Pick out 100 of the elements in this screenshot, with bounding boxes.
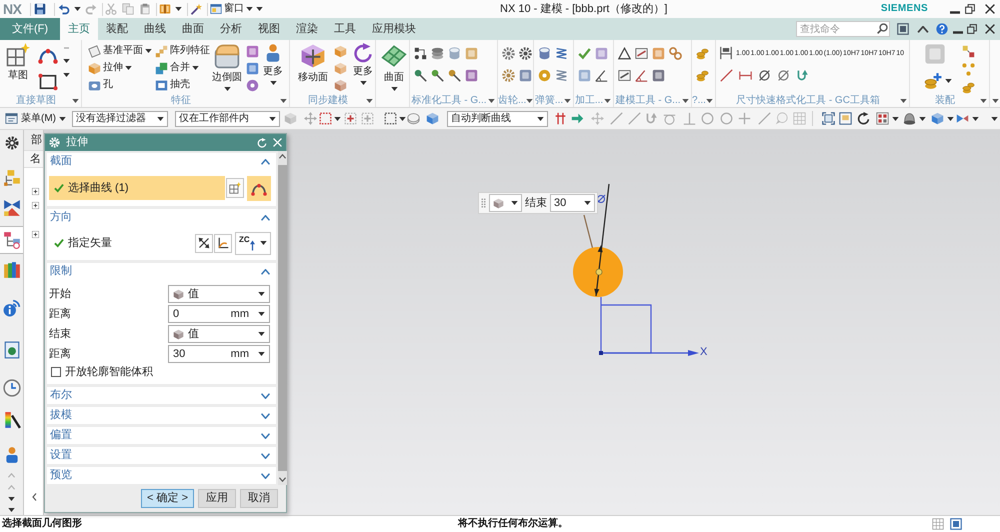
caret-icon[interactable]: [399, 116, 406, 120]
gear-wheel-icon[interactable]: [502, 69, 515, 82]
distance-field[interactable]: 0 mm: [168, 305, 270, 323]
option-checkbox[interactable]: 开放轮廓智能体积: [49, 364, 270, 380]
caret-icon[interactable]: [74, 7, 81, 11]
tile-icon[interactable]: [465, 47, 478, 60]
value-dropdown[interactable]: 值: [168, 285, 270, 303]
coins-icon[interactable]: [696, 69, 709, 82]
pin-icon[interactable]: [448, 69, 461, 82]
vector-dropdown[interactable]: ZC: [235, 232, 271, 254]
angle-icon[interactable]: [635, 69, 648, 82]
expand-icon[interactable]: [32, 202, 39, 209]
diameter-icon[interactable]: [758, 69, 771, 82]
coins-icon[interactable]: [962, 81, 975, 94]
caret-icon[interactable]: [564, 98, 571, 102]
distance-field[interactable]: 30 mm: [168, 345, 270, 363]
handle-dot[interactable]: [596, 268, 602, 276]
window-menu[interactable]: 窗口: [210, 1, 253, 17]
curve-button[interactable]: [247, 176, 271, 200]
tile-icon[interactable]: [595, 47, 608, 60]
ribbon-tab[interactable]: 曲面: [174, 18, 212, 40]
help-icon[interactable]: [936, 23, 948, 35]
rotate-icon[interactable]: [857, 112, 870, 125]
scroll-left-icon[interactable]: [32, 493, 37, 501]
ribbon-tab[interactable]: 视图: [250, 18, 288, 40]
snap-icon[interactable]: [344, 112, 357, 125]
caret-icon[interactable]: [972, 116, 979, 120]
unite-button[interactable]: 合并: [155, 60, 210, 76]
ok-button[interactable]: < 确定 >: [141, 489, 194, 508]
caret-icon[interactable]: [682, 98, 689, 102]
selection-scope-dropdown[interactable]: 仅在工作部件内: [175, 110, 280, 126]
rectangle-icon[interactable]: [38, 72, 58, 92]
settings-icon[interactable]: [4, 136, 18, 150]
line-icon[interactable]: [720, 69, 733, 82]
frame-icon[interactable]: [618, 69, 631, 82]
chevron-up-icon[interactable]: [279, 154, 286, 159]
value-dropdown[interactable]: 值: [168, 325, 270, 343]
selection-box-icon[interactable]: [319, 112, 332, 125]
tile-icon[interactable]: [465, 69, 478, 82]
curve-rule-dropdown[interactable]: 自动判断曲线: [447, 110, 548, 126]
caret-icon[interactable]: [604, 98, 611, 102]
layers-icon[interactable]: [876, 112, 889, 125]
caret-icon[interactable]: [706, 98, 713, 102]
cube-icon[interactable]: [931, 112, 944, 125]
selection-box-icon[interactable]: [384, 112, 397, 125]
caret-icon[interactable]: [280, 98, 287, 102]
ribbon-tab[interactable]: 应用模块: [364, 18, 424, 40]
panel-icon[interactable]: [950, 518, 962, 530]
section-header[interactable]: 限制: [47, 263, 276, 280]
restore-icon[interactable]: [965, 4, 975, 14]
command-search-field[interactable]: 查找命令: [796, 21, 890, 37]
wand-icon[interactable]: [190, 3, 202, 15]
cube-icon[interactable]: [334, 79, 347, 92]
reverse-direction-button[interactable]: [195, 234, 213, 252]
caret-icon[interactable]: [919, 116, 926, 120]
ribbon-tab[interactable]: 主页: [60, 18, 98, 40]
ribbon-tab[interactable]: 工具: [326, 18, 364, 40]
apply-button[interactable]: 应用: [198, 489, 236, 508]
sketch-button[interactable]: 草图: [4, 43, 32, 82]
hole-button[interactable]: 孔: [88, 77, 152, 93]
explode-icon[interactable]: [962, 45, 975, 58]
expand-icon[interactable]: [32, 188, 39, 195]
tile-icon[interactable]: [246, 62, 259, 75]
edge-blend-button[interactable]: 边倒圆: [210, 43, 244, 91]
ribbon-tab[interactable]: 分析: [212, 18, 250, 40]
more-button[interactable]: 更多: [261, 43, 285, 85]
caret-icon[interactable]: [945, 79, 952, 83]
check-icon[interactable]: [578, 47, 591, 60]
zoom-window-icon[interactable]: [839, 112, 852, 125]
distance-dropdown[interactable]: 30: [550, 194, 595, 212]
angle-icon[interactable]: [595, 69, 608, 82]
reset-icon[interactable]: [257, 138, 267, 148]
tile-icon[interactable]: [924, 43, 946, 65]
pin-icon[interactable]: [414, 69, 427, 82]
selection-step[interactable]: 选择曲线 (1): [49, 176, 225, 200]
diameter-icon[interactable]: [777, 69, 790, 82]
section-header[interactable]: 截面: [47, 153, 276, 170]
tile-icon[interactable]: [578, 69, 591, 82]
caret-icon[interactable]: [900, 98, 907, 102]
search-icon[interactable]: [877, 23, 888, 34]
caret-icon[interactable]: [175, 7, 182, 11]
vector-dialog-button[interactable]: [214, 234, 232, 252]
spring-icon[interactable]: [555, 69, 568, 82]
caret-icon[interactable]: [488, 98, 495, 102]
stack-icon[interactable]: [431, 47, 444, 60]
shell-button[interactable]: 抽壳: [155, 77, 210, 93]
snap-icon[interactable]: [361, 112, 374, 125]
section-header[interactable]: 布尔: [47, 387, 276, 404]
selection-filter-dropdown[interactable]: 没有选择过滤器: [72, 110, 168, 126]
section-header[interactable]: 方向: [47, 209, 276, 226]
fit-view-icon[interactable]: [822, 112, 835, 125]
gear-wheel-icon[interactable]: [502, 47, 515, 60]
tile-icon[interactable]: [652, 69, 665, 82]
pin-icon[interactable]: [431, 69, 444, 82]
surface-button[interactable]: 曲面: [379, 43, 409, 91]
section-header[interactable]: 预览: [47, 467, 276, 484]
dimension-icon[interactable]: [739, 69, 752, 82]
caret-icon[interactable]: [526, 98, 534, 102]
checkbox-box[interactable]: [51, 367, 61, 377]
tile-icon[interactable]: [246, 45, 259, 58]
